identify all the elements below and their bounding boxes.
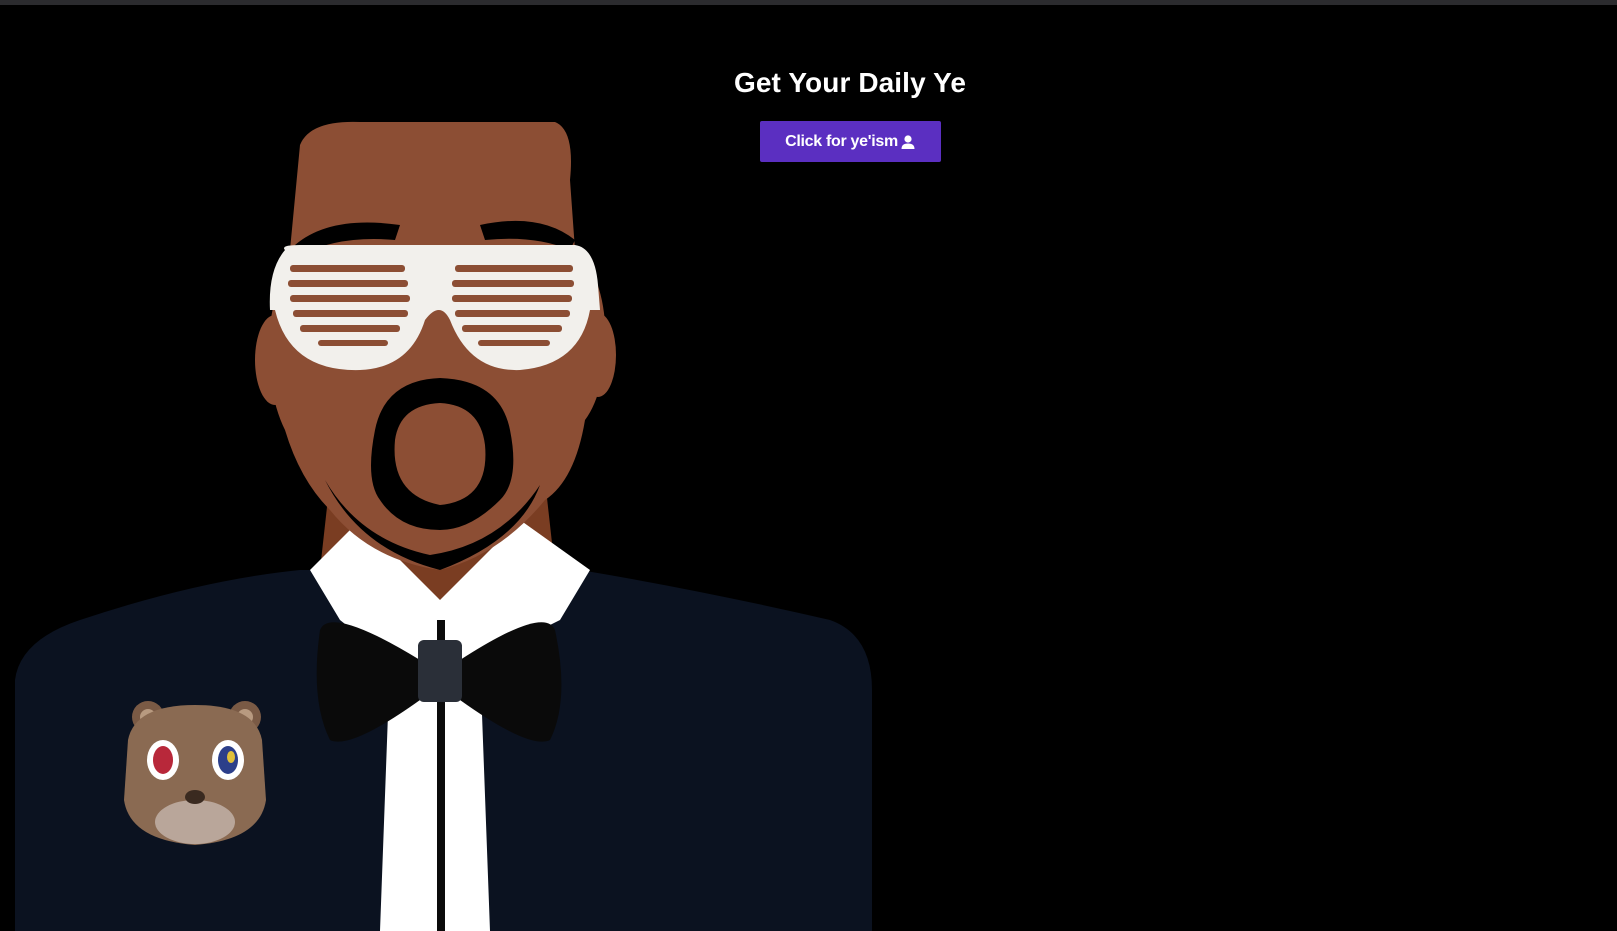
cta-label: Click for ye'ism bbox=[785, 132, 898, 150]
cartoon-illustration bbox=[15, 121, 872, 931]
click-for-yeism-button[interactable]: Click for ye'ism bbox=[760, 121, 941, 162]
bear-icon bbox=[124, 701, 266, 845]
page-title: Get Your Daily Ye bbox=[733, 67, 967, 98]
header: Get Your Daily Ye bbox=[0, 60, 1617, 106]
browser-top-bar bbox=[0, 0, 1617, 5]
user-icon bbox=[901, 134, 915, 149]
page: Get Your Daily Ye Click for ye'ism bbox=[0, 0, 1617, 931]
